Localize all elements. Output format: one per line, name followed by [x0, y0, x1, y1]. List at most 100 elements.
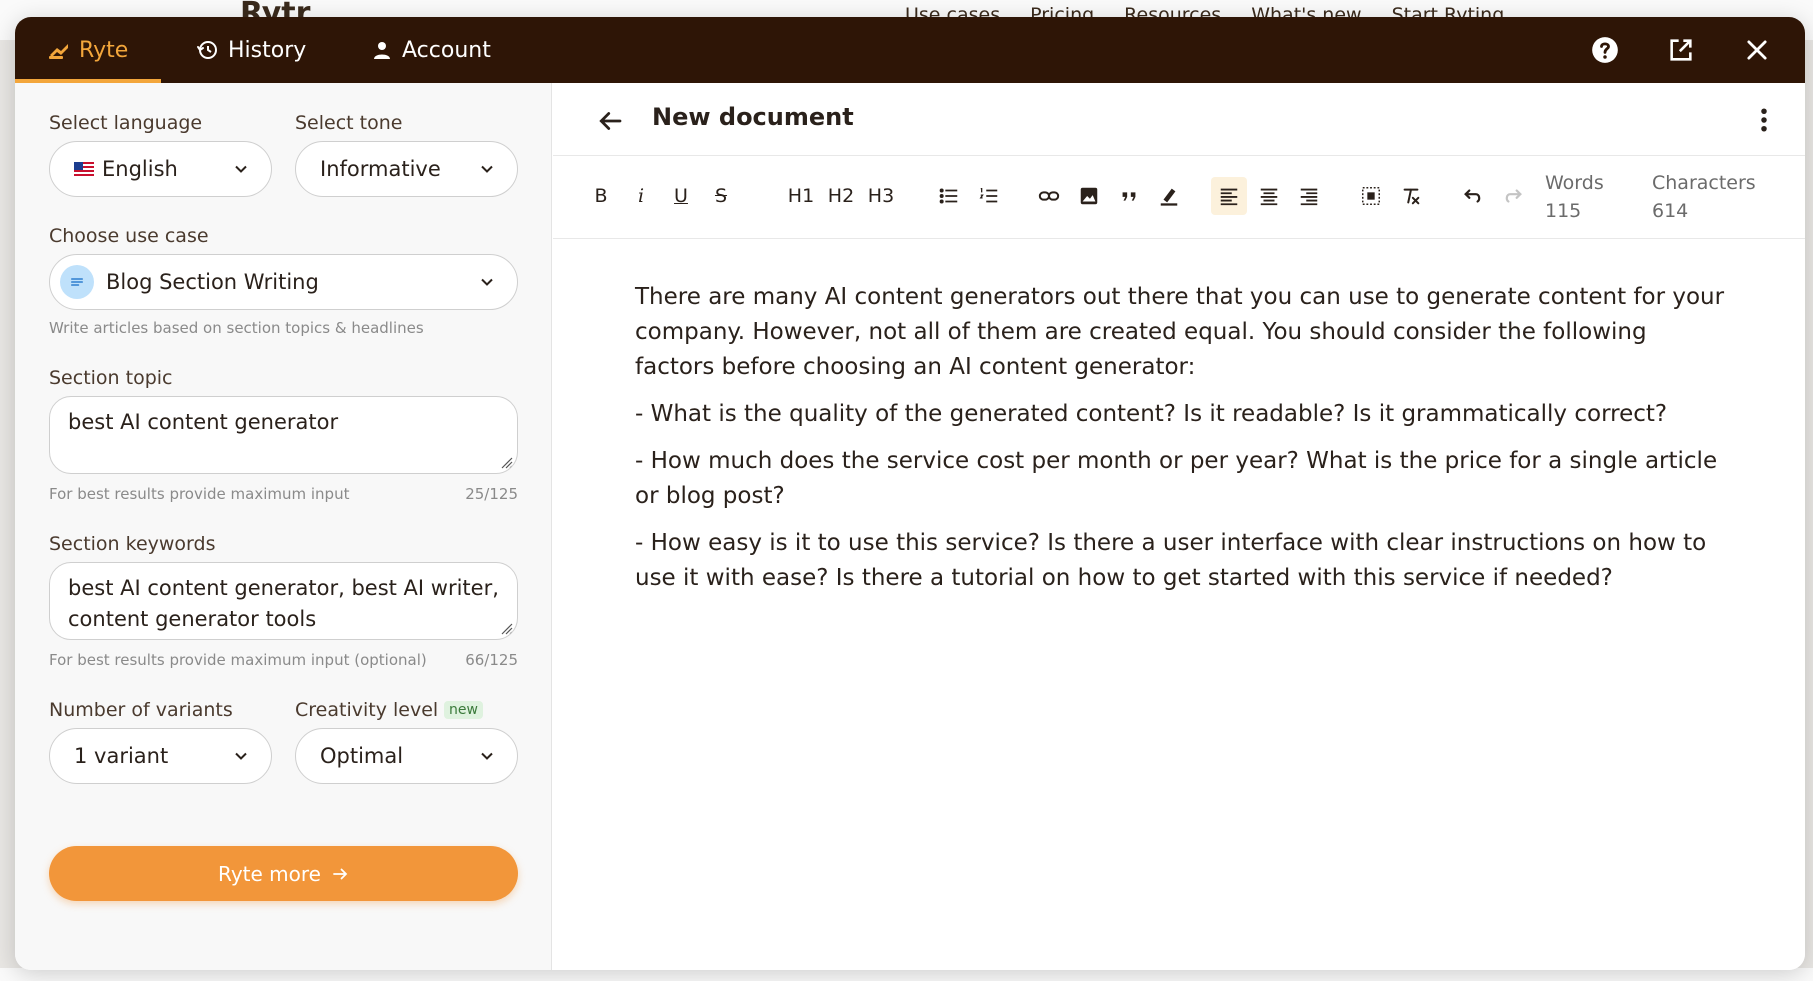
keywords-input[interactable]: best AI content generator, best AI write… — [49, 562, 518, 640]
bullet-list-button[interactable] — [931, 177, 967, 215]
insert-link-button[interactable] — [1031, 177, 1067, 215]
editor-paragraph: - How much does the service cost per mon… — [635, 448, 1718, 509]
tone-select[interactable]: Informative — [295, 141, 518, 197]
topic-help-text: For best results provide maximum input — [49, 485, 350, 503]
hand-write-icon — [49, 44, 68, 59]
back-arrow-icon[interactable] — [595, 106, 625, 136]
creativity-label: Creativity level — [295, 699, 439, 721]
underline-button[interactable]: U — [663, 177, 699, 215]
numbered-list-icon — [979, 188, 998, 203]
chevron-down-icon — [235, 165, 247, 173]
ryte-more-button[interactable]: Ryte more — [49, 846, 518, 901]
italic-button[interactable]: i — [623, 177, 659, 215]
numbered-list-button[interactable] — [971, 177, 1007, 215]
redo-button[interactable] — [1495, 177, 1531, 215]
document-title: New document — [652, 103, 854, 131]
char-count-label: Characters — [1652, 172, 1756, 194]
char-count-value: 614 — [1652, 200, 1689, 222]
external-link-icon — [1670, 39, 1692, 61]
document-editor[interactable]: There are many AI content generators out… — [635, 280, 1725, 608]
keywords-char-counter: 66/125 — [465, 651, 518, 669]
language-label: Select language — [49, 112, 203, 134]
editor-paragraph: There are many AI content generators out… — [635, 284, 1725, 380]
quote-icon — [1122, 192, 1136, 201]
creativity-select[interactable]: Optimal — [295, 728, 518, 784]
language-select[interactable]: English — [49, 141, 272, 197]
align-center-icon — [1260, 188, 1278, 206]
bold-button[interactable]: B — [583, 177, 619, 215]
blockquote-button[interactable] — [1111, 177, 1147, 215]
new-badge: new — [444, 701, 483, 719]
keywords-value: best AI content generator, best AI write… — [68, 576, 499, 631]
topic-value: best AI content generator — [68, 410, 339, 434]
document-panel: New document B i U S H1 H2 H3 Words 115 … — [553, 83, 1805, 970]
keywords-help-text: For best results provide maximum input (… — [49, 651, 427, 669]
editor-toolbar: B i U S H1 H2 H3 Words 115 Characters 61… — [553, 156, 1805, 239]
tone-value: Informative — [320, 157, 441, 181]
heading-2-button[interactable]: H2 — [823, 177, 859, 215]
variants-value: 1 variant — [74, 744, 169, 768]
editor-paragraph: - What is the quality of the generated c… — [635, 401, 1668, 427]
resize-grip-icon[interactable] — [499, 621, 513, 635]
tab-account[interactable]: Account — [370, 17, 491, 83]
topic-input[interactable]: best AI content generator — [49, 396, 518, 474]
align-right-icon — [1300, 188, 1318, 206]
keywords-label: Section keywords — [49, 533, 216, 555]
clear-format-button[interactable] — [1393, 177, 1429, 215]
word-count-value: 115 — [1545, 200, 1582, 222]
align-right-button[interactable] — [1291, 177, 1327, 215]
clear-format-icon — [1403, 188, 1420, 205]
arrow-right-icon — [333, 868, 348, 879]
highlight-button[interactable] — [1151, 177, 1187, 215]
document-lines-icon — [60, 265, 94, 299]
strikethrough-button[interactable]: S — [703, 177, 739, 215]
chevron-down-icon — [481, 752, 493, 760]
open-external-button[interactable] — [1665, 34, 1697, 66]
close-icon — [1747, 40, 1767, 60]
heading-1-button[interactable]: H1 — [783, 177, 819, 215]
us-flag-icon — [74, 162, 94, 176]
link-icon — [1038, 191, 1060, 201]
heading-3-button[interactable]: H3 — [863, 177, 899, 215]
language-value: English — [102, 157, 178, 181]
chevron-down-icon — [481, 165, 493, 173]
tab-label: Ryte — [79, 37, 129, 63]
tab-ryte[interactable]: Ryte — [15, 17, 162, 83]
editor-paragraph: - How easy is it to use this service? Is… — [635, 530, 1707, 591]
insert-image-button[interactable] — [1071, 177, 1107, 215]
align-left-icon — [1220, 188, 1238, 206]
top-bar: Ryte History Account — [15, 17, 1805, 83]
creativity-value: Optimal — [320, 744, 404, 768]
help-icon — [1592, 37, 1618, 63]
ryte-modal: Ryte History Account Select language Sel… — [15, 17, 1805, 970]
image-icon — [1080, 187, 1098, 205]
usecase-value: Blog Section Writing — [106, 270, 319, 294]
select-all-icon — [1362, 187, 1380, 205]
ryte-more-label: Ryte more — [218, 861, 321, 886]
highlighter-icon — [1160, 188, 1178, 206]
generator-form-panel: Select language Select tone English Info… — [15, 83, 552, 970]
close-button[interactable] — [1741, 34, 1773, 66]
usecase-help-text: Write articles based on section topics &… — [49, 319, 424, 337]
history-icon — [197, 41, 217, 59]
align-left-button[interactable] — [1211, 177, 1247, 215]
variants-label: Number of variants — [49, 699, 233, 721]
word-count-label: Words — [1545, 172, 1604, 194]
select-all-button[interactable] — [1353, 177, 1389, 215]
resize-grip-icon[interactable] — [499, 455, 513, 469]
undo-button[interactable] — [1455, 177, 1491, 215]
usecase-select[interactable]: Blog Section Writing — [49, 254, 518, 310]
topic-char-counter: 25/125 — [465, 485, 518, 503]
tab-history[interactable]: History — [196, 17, 306, 83]
more-options-icon[interactable] — [1749, 105, 1779, 135]
redo-icon — [1505, 189, 1522, 203]
tab-label: Account — [402, 37, 491, 63]
variants-select[interactable]: 1 variant — [49, 728, 272, 784]
align-center-button[interactable] — [1251, 177, 1287, 215]
help-button[interactable] — [1589, 34, 1621, 66]
undo-icon — [1464, 189, 1481, 203]
document-header: New document — [553, 83, 1805, 156]
bullet-list-icon — [939, 188, 958, 204]
user-icon — [374, 42, 390, 59]
chevron-down-icon — [235, 752, 247, 760]
